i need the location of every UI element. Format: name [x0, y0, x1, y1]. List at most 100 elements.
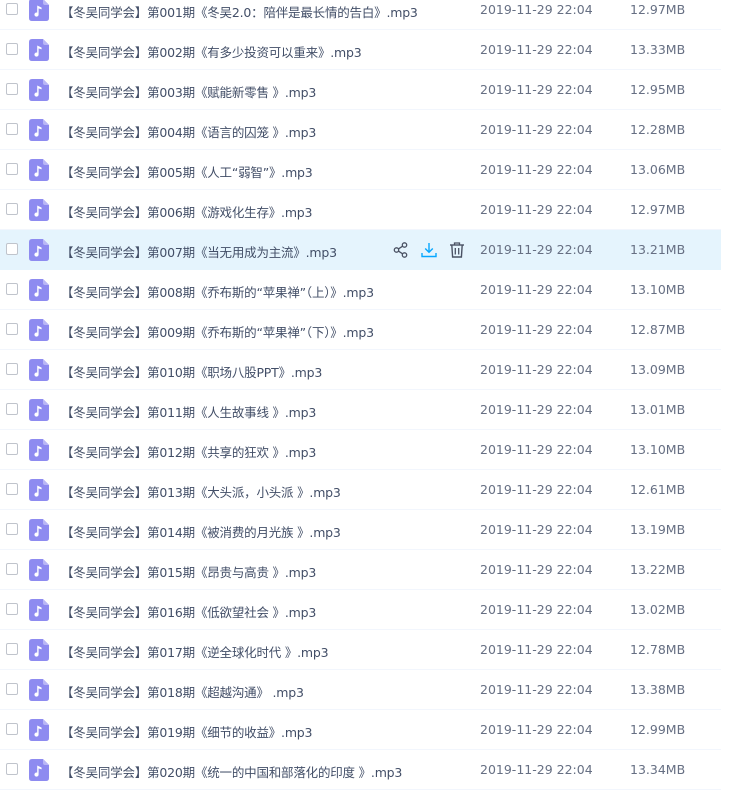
file-size: 12.78MB — [630, 642, 686, 657]
file-row[interactable]: 【冬吴同学会】第017期《逆全球化时代 》.mp3 2019-11-29 22:… — [0, 630, 721, 670]
file-size: 13.19MB — [630, 522, 686, 537]
file-size: 13.33MB — [630, 42, 686, 57]
file-row[interactable]: 【冬吴同学会】第012期《共享的狂欢 》.mp3 2019-11-29 22:0… — [0, 430, 721, 470]
file-name[interactable]: 【冬吴同学会】第012期《共享的狂欢 》.mp3 — [61, 442, 316, 461]
file-row[interactable]: 【冬吴同学会】第001期《冬吴2.0：陪伴是最长情的告白》.mp3 2019-1… — [0, 0, 721, 30]
file-row[interactable]: 【冬吴同学会】第014期《被消费的月光族 》.mp3 2019-11-29 22… — [0, 510, 721, 550]
file-size: 13.02MB — [630, 602, 686, 617]
row-checkbox[interactable] — [6, 483, 18, 495]
file-name[interactable]: 【冬吴同学会】第003期《赋能新零售 》.mp3 — [61, 82, 316, 101]
file-size: 13.10MB — [630, 442, 686, 457]
file-size: 13.34MB — [630, 762, 686, 777]
music-file-icon — [29, 359, 49, 381]
row-checkbox[interactable] — [6, 643, 18, 655]
file-row[interactable]: 【冬吴同学会】第020期《统一的中国和部落化的印度 》.mp3 2019-11-… — [0, 750, 721, 790]
row-checkbox[interactable] — [6, 243, 18, 255]
row-checkbox[interactable] — [6, 163, 18, 175]
file-name[interactable]: 【冬吴同学会】第016期《低欲望社会 》.mp3 — [61, 602, 316, 621]
file-row[interactable]: 【冬吴同学会】第006期《游戏化生存》.mp3 2019-11-29 22:04… — [0, 190, 721, 230]
file-name[interactable]: 【冬吴同学会】第007期《当无用成为主流》.mp3 — [61, 242, 337, 261]
file-name[interactable]: 【冬吴同学会】第015期《昂贵与高贵 》.mp3 — [61, 562, 316, 581]
file-row[interactable]: 【冬吴同学会】第019期《细节的收益》.mp3 2019-11-29 22:04… — [0, 710, 721, 750]
share-icon[interactable] — [392, 241, 410, 259]
file-size: 13.38MB — [630, 682, 686, 697]
file-row[interactable]: 【冬吴同学会】第013期《大头派，小头派 》.mp3 2019-11-29 22… — [0, 470, 721, 510]
music-file-icon — [29, 319, 49, 341]
music-file-icon — [29, 439, 49, 461]
music-file-icon — [29, 679, 49, 701]
file-row[interactable]: 【冬吴同学会】第008期《乔布斯的“苹果禅”（上）》.mp3 2019-11-2… — [0, 270, 721, 310]
file-date: 2019-11-29 22:04 — [480, 402, 593, 417]
file-size: 13.10MB — [630, 282, 686, 297]
file-date: 2019-11-29 22:04 — [480, 562, 593, 577]
file-name[interactable]: 【冬吴同学会】第008期《乔布斯的“苹果禅”（上）》.mp3 — [61, 282, 374, 301]
file-name[interactable]: 【冬吴同学会】第005期《人工“弱智”》.mp3 — [61, 162, 313, 181]
file-date: 2019-11-29 22:04 — [480, 522, 593, 537]
row-checkbox[interactable] — [6, 403, 18, 415]
file-name[interactable]: 【冬吴同学会】第004期《语言的囚笼 》.mp3 — [61, 122, 316, 141]
row-checkbox[interactable] — [6, 323, 18, 335]
file-row[interactable]: 【冬吴同学会】第011期《人生故事线 》.mp3 2019-11-29 22:0… — [0, 390, 721, 430]
file-row[interactable]: 【冬吴同学会】第015期《昂贵与高贵 》.mp3 2019-11-29 22:0… — [0, 550, 721, 590]
music-file-icon — [29, 639, 49, 661]
file-size: 13.01MB — [630, 402, 686, 417]
file-row[interactable]: 【冬吴同学会】第010期《职场八股PPT》.mp3 2019-11-29 22:… — [0, 350, 721, 390]
row-actions — [392, 241, 466, 259]
row-checkbox[interactable] — [6, 723, 18, 735]
row-checkbox[interactable] — [6, 683, 18, 695]
file-date: 2019-11-29 22:04 — [480, 282, 593, 297]
music-file-icon — [29, 239, 49, 261]
row-checkbox[interactable] — [6, 563, 18, 575]
row-checkbox[interactable] — [6, 763, 18, 775]
file-row[interactable]: 【冬吴同学会】第002期《有多少投资可以重来》.mp3 2019-11-29 2… — [0, 30, 721, 70]
music-file-icon — [29, 39, 49, 61]
file-name[interactable]: 【冬吴同学会】第001期《冬吴2.0：陪伴是最长情的告白》.mp3 — [61, 2, 418, 21]
row-checkbox[interactable] — [6, 523, 18, 535]
music-file-icon — [29, 519, 49, 541]
row-checkbox[interactable] — [6, 43, 18, 55]
row-checkbox[interactable] — [6, 123, 18, 135]
file-size: 12.97MB — [630, 202, 686, 217]
file-name[interactable]: 【冬吴同学会】第013期《大头派，小头派 》.mp3 — [61, 482, 341, 501]
file-name[interactable]: 【冬吴同学会】第017期《逆全球化时代 》.mp3 — [61, 642, 329, 661]
file-size: 12.87MB — [630, 322, 686, 337]
music-file-icon — [29, 559, 49, 581]
file-row[interactable]: 【冬吴同学会】第009期《乔布斯的“苹果禅”（下）》.mp3 2019-11-2… — [0, 310, 721, 350]
file-name[interactable]: 【冬吴同学会】第010期《职场八股PPT》.mp3 — [61, 362, 322, 381]
download-icon[interactable] — [420, 241, 438, 259]
file-row[interactable]: 【冬吴同学会】第007期《当无用成为主流》.mp3 2019-11-29 22:… — [0, 230, 721, 270]
file-date: 2019-11-29 22:04 — [480, 682, 593, 697]
music-file-icon — [29, 159, 49, 181]
file-date: 2019-11-29 22:04 — [480, 362, 593, 377]
file-row[interactable]: 【冬吴同学会】第004期《语言的囚笼 》.mp3 2019-11-29 22:0… — [0, 110, 721, 150]
music-file-icon — [29, 399, 49, 421]
row-checkbox[interactable] — [6, 83, 18, 95]
file-date: 2019-11-29 22:04 — [480, 42, 593, 57]
file-name[interactable]: 【冬吴同学会】第006期《游戏化生存》.mp3 — [61, 202, 312, 221]
row-checkbox[interactable] — [6, 283, 18, 295]
file-name[interactable]: 【冬吴同学会】第011期《人生故事线 》.mp3 — [61, 402, 316, 421]
file-date: 2019-11-29 22:04 — [480, 122, 593, 137]
file-size: 12.61MB — [630, 482, 686, 497]
file-row[interactable]: 【冬吴同学会】第018期《超越沟通》 .mp3 2019-11-29 22:04… — [0, 670, 721, 710]
file-name[interactable]: 【冬吴同学会】第019期《细节的收益》.mp3 — [61, 722, 312, 741]
file-row[interactable]: 【冬吴同学会】第016期《低欲望社会 》.mp3 2019-11-29 22:0… — [0, 590, 721, 630]
row-checkbox[interactable] — [6, 603, 18, 615]
file-row[interactable]: 【冬吴同学会】第003期《赋能新零售 》.mp3 2019-11-29 22:0… — [0, 70, 721, 110]
delete-icon[interactable] — [448, 241, 466, 259]
row-checkbox[interactable] — [6, 3, 18, 15]
file-name[interactable]: 【冬吴同学会】第020期《统一的中国和部落化的印度 》.mp3 — [61, 762, 402, 781]
row-checkbox[interactable] — [6, 443, 18, 455]
file-name[interactable]: 【冬吴同学会】第002期《有多少投资可以重来》.mp3 — [61, 42, 362, 61]
file-row[interactable]: 【冬吴同学会】第005期《人工“弱智”》.mp3 2019-11-29 22:0… — [0, 150, 721, 190]
music-file-icon — [29, 0, 49, 21]
row-checkbox[interactable] — [6, 363, 18, 375]
file-name[interactable]: 【冬吴同学会】第018期《超越沟通》 .mp3 — [61, 682, 304, 701]
music-file-icon — [29, 479, 49, 501]
file-name[interactable]: 【冬吴同学会】第009期《乔布斯的“苹果禅”（下）》.mp3 — [61, 322, 374, 341]
file-date: 2019-11-29 22:04 — [480, 2, 593, 17]
file-name[interactable]: 【冬吴同学会】第014期《被消费的月光族 》.mp3 — [61, 522, 341, 541]
row-checkbox[interactable] — [6, 203, 18, 215]
music-file-icon — [29, 719, 49, 741]
music-file-icon — [29, 759, 49, 781]
